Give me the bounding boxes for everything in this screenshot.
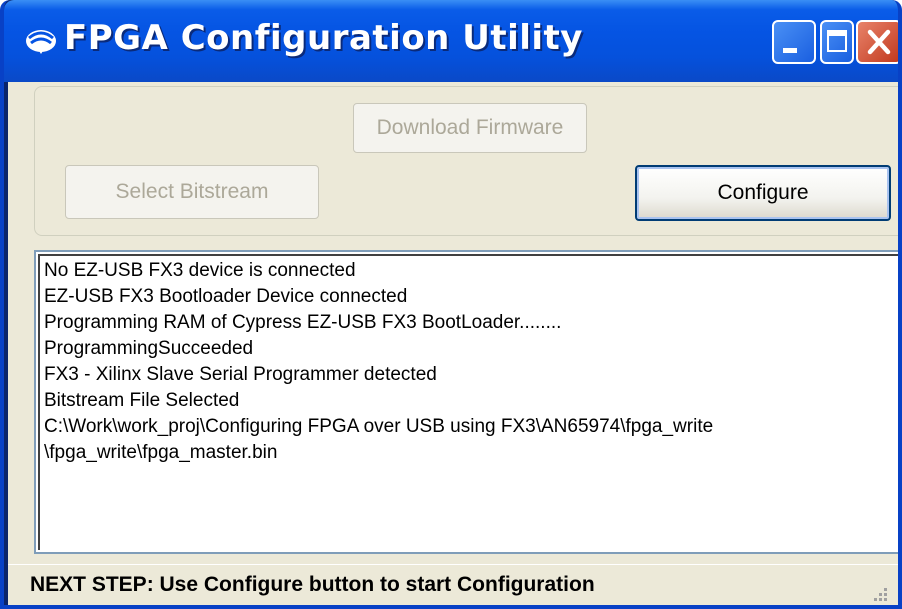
- minimize-button[interactable]: [772, 20, 816, 64]
- status-bar: NEXT STEP: Use Configure button to start…: [8, 564, 898, 605]
- log-line: C:\Work\work_proj\Configuring FPGA over …: [44, 416, 714, 437]
- maximize-icon: [827, 30, 847, 52]
- log-line: \fpga_write\fpga_master.bin: [44, 442, 278, 463]
- cypress-logo-icon: [26, 30, 56, 54]
- configure-button[interactable]: Configure: [635, 165, 891, 221]
- resize-grip-icon[interactable]: [868, 582, 890, 604]
- actions-groupbox: Download Firmware Select Bitstream Confi…: [34, 86, 898, 236]
- log-line: Programming RAM of Cypress EZ-USB FX3 Bo…: [44, 312, 562, 333]
- log-line: Bitstream File Selected: [44, 390, 240, 411]
- client-area: Download Firmware Select Bitstream Confi…: [8, 82, 898, 605]
- log-line: No EZ-USB FX3 device is connected: [44, 260, 356, 281]
- minimize-icon: [783, 48, 797, 53]
- window-title: FPGA Configuration Utility: [64, 18, 583, 58]
- log-line: EZ-USB FX3 Bootloader Device connected: [44, 286, 408, 307]
- maximize-button[interactable]: [820, 20, 854, 64]
- select-bitstream-button[interactable]: Select Bitstream: [65, 165, 319, 219]
- log-textbox[interactable]: No EZ-USB FX3 device is connected EZ-USB…: [34, 250, 898, 554]
- title-bar[interactable]: FPGA Configuration Utility: [4, 0, 898, 82]
- download-firmware-button[interactable]: Download Firmware: [353, 103, 587, 153]
- app-window: FPGA Configuration Utility Download Firm…: [0, 0, 902, 609]
- close-button[interactable]: [856, 20, 898, 64]
- log-line: FX3 - Xilinx Slave Serial Programmer det…: [44, 364, 437, 385]
- status-text: NEXT STEP: Use Configure button to start…: [30, 573, 595, 596]
- log-line: ProgrammingSucceeded: [44, 338, 254, 359]
- close-icon: [867, 29, 891, 55]
